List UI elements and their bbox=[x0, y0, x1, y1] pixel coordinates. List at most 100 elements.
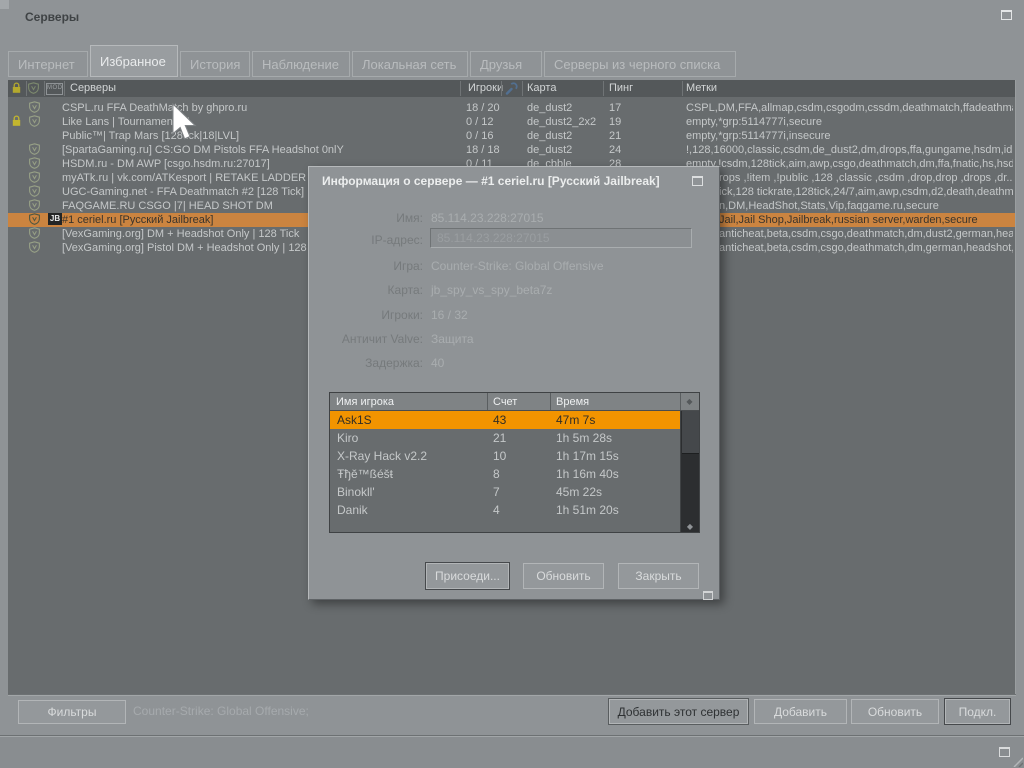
player-time: 47m 7s bbox=[556, 411, 595, 429]
field-value: Counter-Strike: Global Offensive bbox=[431, 259, 604, 273]
tab-6[interactable]: Друзья bbox=[470, 51, 542, 77]
shield-icon bbox=[29, 227, 40, 241]
player-time: 1h 5m 28s bbox=[556, 429, 612, 447]
server-players: 18 / 20 bbox=[466, 101, 500, 115]
shield-icon bbox=[29, 213, 40, 227]
player-col-time[interactable]: Время bbox=[556, 393, 589, 411]
player-row[interactable]: Ask1S 43 47m 7s bbox=[330, 411, 680, 429]
column-header-players[interactable]: Игроки bbox=[468, 80, 503, 97]
tab-7[interactable]: Серверы из черного списка bbox=[544, 51, 736, 77]
close-button[interactable]: Закрыть bbox=[618, 563, 699, 589]
player-name: Ŧђĕ™ßéšŧ bbox=[337, 465, 393, 483]
field-value: Защита bbox=[431, 332, 474, 346]
field-value: 85.114.23.228:27015 bbox=[431, 211, 544, 225]
connect-button[interactable]: Подкл. bbox=[945, 699, 1010, 724]
server-tags: ick,128 tickrate,128tick,24/7,aim,awp,cs… bbox=[719, 185, 1013, 199]
player-name: Danik bbox=[337, 501, 368, 519]
scrollbar-thumb[interactable] bbox=[682, 411, 699, 454]
server-name: [SpartaGaming.ru] CS:GO DM Pistols FFA H… bbox=[62, 143, 460, 157]
status-text: Counter-Strike: Global Offensive; bbox=[133, 704, 309, 718]
player-score: 7 bbox=[493, 483, 500, 501]
server-tags: empty,*grp:5114777i,insecure bbox=[686, 129, 1013, 143]
player-list: Ask1S 43 47m 7sKiro211h 5m 28sX-Ray Hack v… bbox=[330, 411, 680, 519]
restore-strip-icon[interactable] bbox=[999, 747, 1010, 757]
add-server-button[interactable]: Добавить bbox=[754, 699, 847, 724]
field-label: Карта: bbox=[309, 283, 423, 297]
dialog-refresh-button[interactable]: Обновить bbox=[523, 563, 604, 589]
player-col-score[interactable]: Счет bbox=[493, 393, 517, 411]
shield-icon bbox=[29, 143, 40, 157]
mouse-cursor bbox=[172, 103, 198, 144]
column-header-map[interactable]: Карта bbox=[527, 80, 556, 97]
server-row[interactable]: Public™| Trap Mars [128tick|18|LVL] 0 / 1… bbox=[8, 129, 1015, 143]
tab-4[interactable]: Наблюдение bbox=[252, 51, 350, 77]
lock-icon bbox=[11, 115, 22, 129]
tab-1[interactable]: Интернет bbox=[8, 51, 88, 77]
restore-window-icon[interactable] bbox=[1001, 10, 1012, 20]
server-ping: 17 bbox=[609, 101, 621, 115]
shield-icon bbox=[29, 185, 40, 199]
server-players: 0 / 16 bbox=[466, 129, 494, 143]
server-name: Public™| Trap Mars [128tick|18|LVL] bbox=[62, 129, 460, 143]
tab-2[interactable]: Избранное bbox=[90, 45, 178, 77]
tab-5[interactable]: Локальная сеть bbox=[352, 51, 468, 77]
player-row[interactable]: X-Ray Hack v2.2101h 17m 15s bbox=[330, 447, 680, 465]
player-name: Ask1S bbox=[337, 411, 372, 429]
jb-badge-icon: JB bbox=[48, 213, 62, 225]
server-row[interactable]: Like Lans | Tournament #10 / 12de_dust2_… bbox=[8, 115, 1015, 129]
server-browser-window: Серверы ИнтернетИзбранноеИсторияНаблюден… bbox=[0, 0, 1024, 768]
add-this-server-button[interactable]: Добавить этот сервер bbox=[609, 699, 748, 724]
window-corner bbox=[0, 0, 9, 9]
column-header-servers[interactable]: Серверы bbox=[70, 80, 116, 97]
column-header-tags[interactable]: Метки bbox=[686, 80, 717, 97]
scroll-up-icon[interactable]: ◆ bbox=[680, 393, 699, 411]
server-row[interactable]: CSPL.ru FFA DeathMatch by ghpro.ru 18 / 2… bbox=[8, 101, 1015, 115]
player-time: 1h 51m 20s bbox=[556, 501, 619, 519]
server-name: CSPL.ru FFA DeathMatch by ghpro.ru bbox=[62, 101, 460, 115]
player-row[interactable]: Danik 4 1h 51m 20s bbox=[330, 501, 680, 519]
player-table: Имя игрока Счет Время ◆ Ask1S4347m 7sKir… bbox=[329, 392, 700, 533]
tab-3[interactable]: История bbox=[180, 51, 250, 77]
server-map: de_dust2 bbox=[527, 101, 572, 115]
shield-icon bbox=[29, 199, 40, 213]
shield-icon bbox=[29, 171, 40, 185]
shield-icon bbox=[29, 157, 40, 171]
server-ping: 19 bbox=[609, 115, 621, 129]
column-header-ping[interactable]: Пинг bbox=[609, 80, 633, 97]
server-info-dialog: Информация о сервере — #1 ceriel.ru [Рус… bbox=[308, 166, 720, 600]
server-tags: empty,!csdm,128tick,aim,awp,csgo,deathma… bbox=[686, 157, 1013, 171]
player-scrollbar[interactable]: ◆ bbox=[680, 411, 699, 532]
bottom-strip bbox=[0, 737, 1024, 768]
server-tags: rops ,!item ,!public ,128 ,classic ,csdm… bbox=[719, 171, 1013, 185]
resize-grip-icon[interactable] bbox=[1011, 755, 1023, 767]
player-row[interactable]: Kiro211h 5m 28s bbox=[330, 429, 680, 447]
ip-address-input[interactable]: 85.114.23.228:27015 bbox=[430, 228, 692, 248]
server-ping: 24 bbox=[609, 143, 621, 157]
field-label: Игроки: bbox=[309, 308, 423, 322]
server-players: 18 / 18 bbox=[466, 143, 500, 157]
player-score: 8 bbox=[493, 465, 500, 483]
field-label: IP-адрес: bbox=[309, 233, 423, 247]
server-tags: CSPL,DM,FFA,allmap,csdm,csgodm,cssdm,dea… bbox=[686, 101, 1013, 115]
player-row[interactable]: Ŧђĕ™ßéšŧ81h 16m 40s bbox=[330, 465, 680, 483]
server-tags: n,DM,HeadShot,Stats,Vip,faqgame.ru,secur… bbox=[719, 199, 1013, 213]
field-value: 16 / 32 bbox=[431, 308, 468, 322]
dialog-restore-icon[interactable] bbox=[692, 176, 703, 186]
scroll-down-icon[interactable]: ◆ bbox=[681, 522, 699, 531]
player-col-name[interactable]: Имя игрока bbox=[336, 393, 394, 411]
player-name: Kiro bbox=[337, 429, 358, 447]
player-row[interactable]: Binokll'745m 22s bbox=[330, 483, 680, 501]
field-value: 40 bbox=[431, 356, 444, 370]
refresh-list-button[interactable]: Обновить bbox=[851, 699, 939, 724]
server-tags: !,128,16000,classic,csdm,de_dust2,dm,dro… bbox=[686, 143, 1013, 157]
tab-bar: ИнтернетИзбранноеИсторияНаблюдениеЛокаль… bbox=[8, 44, 738, 77]
mod-column-icon[interactable]: MOD bbox=[46, 83, 63, 95]
join-button[interactable]: Присоеди... bbox=[426, 563, 509, 589]
statusbar-divider bbox=[8, 694, 1016, 696]
dialog-resize-icon[interactable] bbox=[703, 591, 713, 600]
server-row[interactable]: [SpartaGaming.ru] CS:GO DM Pistols FFA H… bbox=[8, 143, 1015, 157]
server-players: 0 / 12 bbox=[466, 115, 494, 129]
filters-button[interactable]: Фильтры bbox=[18, 700, 126, 724]
player-score: 4 bbox=[493, 501, 500, 519]
player-score: 43 bbox=[493, 411, 506, 429]
